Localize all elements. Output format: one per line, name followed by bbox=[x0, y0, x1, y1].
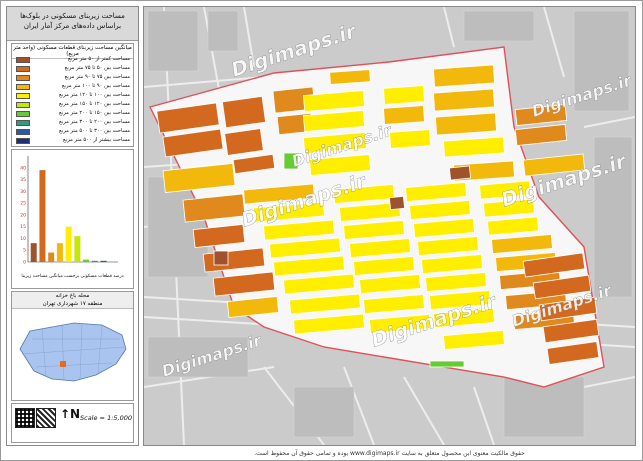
chart-bar bbox=[48, 252, 55, 262]
qr-code-icon bbox=[15, 408, 35, 428]
parcel-block[interactable] bbox=[433, 64, 495, 88]
parcel-block[interactable] bbox=[329, 69, 371, 85]
legend-item: مساحت بین ۲۰۰ تا ۳۰۰ متر مربع bbox=[16, 119, 130, 127]
chart-bar bbox=[56, 243, 63, 262]
legend-item: مساحت بیشتر از ۵۰۰ متر مربع bbox=[16, 137, 130, 145]
parcel-block[interactable] bbox=[383, 105, 425, 125]
legend-label: مساحت بین ۳۰۰ تا ۵۰۰ متر مربع bbox=[59, 128, 130, 134]
legend-swatch bbox=[16, 111, 30, 117]
legend-swatch bbox=[16, 138, 30, 144]
legend-swatch bbox=[16, 120, 30, 126]
y-tick-label: 35 bbox=[20, 177, 26, 183]
y-tick-label: 40 bbox=[20, 165, 26, 171]
parcel-block[interactable] bbox=[433, 88, 495, 112]
location-title-line2: منطقه ۱۷ شهرداری تهران bbox=[42, 301, 103, 307]
legend-label: مساحت بین ۵۰ تا ۷۵ متر مربع bbox=[64, 65, 130, 71]
logo-icon bbox=[36, 408, 56, 428]
copyright-credit: حقوق مالکیت معنوی این محصول متعلق به سای… bbox=[254, 450, 525, 457]
map-footer-box: ↑N Scale = 1:5,000 bbox=[11, 403, 134, 443]
chart-bar bbox=[30, 243, 37, 262]
chart-bar bbox=[39, 170, 46, 262]
y-tick-label: 20 bbox=[20, 212, 26, 218]
district-17-highlight bbox=[60, 361, 66, 367]
parcel-block[interactable] bbox=[221, 95, 267, 129]
legend-title: مساحت زیربنای مسکونی در بلوک‌ها براساس د… bbox=[7, 7, 138, 41]
legend-item: مساحت کمتر از ۵۰ متر مربع bbox=[16, 56, 130, 64]
parcel-block[interactable] bbox=[435, 112, 497, 136]
legend-title-line1: مساحت زیربنای مسکونی در بلوک‌ها bbox=[20, 12, 125, 20]
parcel-block[interactable] bbox=[389, 129, 431, 149]
legend-label: مساحت بین ۱۲۰ تا ۱۵۰ متر مربع bbox=[59, 101, 130, 107]
tehran-inset-map bbox=[12, 309, 133, 399]
legend-item: مساحت بین ۱۰۰ تا ۱۲۰ متر مربع bbox=[16, 92, 130, 100]
legend-item: مساحت بین ۵۰ تا ۷۵ متر مربع bbox=[16, 65, 130, 73]
location-inset: محله باغ خزانه منطقه ۱۷ شهرداری تهران bbox=[11, 291, 134, 401]
parcel-block[interactable] bbox=[448, 165, 472, 181]
y-tick-label: 0 bbox=[23, 260, 26, 266]
legend-table: میانگین مساحت زیربنای قطعات مسکونی (واحد… bbox=[11, 43, 134, 147]
parcel-block[interactable] bbox=[213, 250, 229, 266]
legend-item: مساحت بین ۱۵۰ تا ۲۰۰ متر مربع bbox=[16, 110, 130, 118]
y-tick-label: 10 bbox=[20, 236, 26, 242]
map-view[interactable]: Digimaps.ir Digimaps.ir Digimaps.ir Digi… bbox=[143, 6, 636, 446]
legend-swatch bbox=[16, 66, 30, 72]
legend-item: مساحت بین ۳۰۰ تا ۵۰۰ متر مربع bbox=[16, 128, 130, 136]
legend-label: مساحت بین ۱۵۰ تا ۲۰۰ متر مربع bbox=[59, 110, 130, 116]
neighborhood-map[interactable]: Digimaps.ir Digimaps.ir Digimaps.ir Digi… bbox=[144, 7, 635, 445]
north-arrow-icon: ↑N bbox=[60, 407, 81, 421]
parcel-block[interactable] bbox=[429, 360, 465, 368]
legend-label: مساحت بین ۷۵ تا ۹۰ متر مربع bbox=[64, 74, 130, 80]
y-tick-label: 30 bbox=[20, 189, 26, 195]
legend-label: مساحت کمتر از ۵۰ متر مربع bbox=[67, 56, 130, 62]
legend-label: مساحت بین ۹۰ تا ۱۰۰ متر مربع bbox=[61, 83, 130, 89]
parcel-block[interactable] bbox=[224, 128, 264, 156]
legend-label: مساحت بین ۲۰۰ تا ۳۰۰ متر مربع bbox=[59, 119, 130, 125]
parcel-block[interactable] bbox=[383, 85, 425, 105]
legend-item: مساحت بین ۷۵ تا ۹۰ متر مربع bbox=[16, 74, 130, 82]
legend-swatch bbox=[16, 84, 30, 90]
legend-swatch bbox=[16, 102, 30, 108]
location-title-line1: محله باغ خزانه bbox=[55, 293, 90, 299]
legend-swatch bbox=[16, 129, 30, 135]
chart-bar bbox=[100, 260, 107, 262]
y-tick-label: 25 bbox=[20, 201, 26, 207]
chart-caption: درصد قطعات مسکونی برحسب میانگین مساحت زی… bbox=[21, 274, 124, 279]
chart-bar bbox=[91, 260, 98, 262]
legend-title-line2: براساس داده‌های مرکز آمار ایران bbox=[23, 22, 122, 30]
legend-panel: مساحت زیربنای مسکونی در بلوک‌ها براساس د… bbox=[6, 6, 139, 446]
chart-box: 40 35 30 25 20 15 10 5 0 درصد قطعات مسکونی برحسب… bbox=[11, 149, 134, 289]
legend-swatch bbox=[16, 75, 30, 81]
chart-bar bbox=[74, 236, 81, 262]
y-tick-label: 15 bbox=[20, 224, 26, 230]
legend-label: مساحت بیشتر از ۵۰۰ متر مربع bbox=[63, 137, 130, 143]
chart-bar bbox=[65, 226, 72, 262]
legend-swatch bbox=[16, 57, 30, 63]
location-title: محله باغ خزانه منطقه ۱۷ شهرداری تهران bbox=[12, 292, 133, 309]
y-tick-label: 5 bbox=[23, 248, 26, 254]
legend-label: مساحت بین ۱۰۰ تا ۱۲۰ متر مربع bbox=[59, 92, 130, 98]
scale-label: Scale = 1:5,000 bbox=[80, 414, 132, 422]
parcel-block[interactable] bbox=[388, 195, 406, 211]
legend-item: مساحت بین ۹۰ تا ۱۰۰ متر مربع bbox=[16, 83, 130, 91]
chart-bar bbox=[83, 259, 90, 262]
bar-chart: 40 35 30 25 20 15 10 5 0 bbox=[20, 156, 118, 266]
legend-item: مساحت بین ۱۲۰ تا ۱۵۰ متر مربع bbox=[16, 101, 130, 109]
legend-swatch bbox=[16, 93, 30, 99]
